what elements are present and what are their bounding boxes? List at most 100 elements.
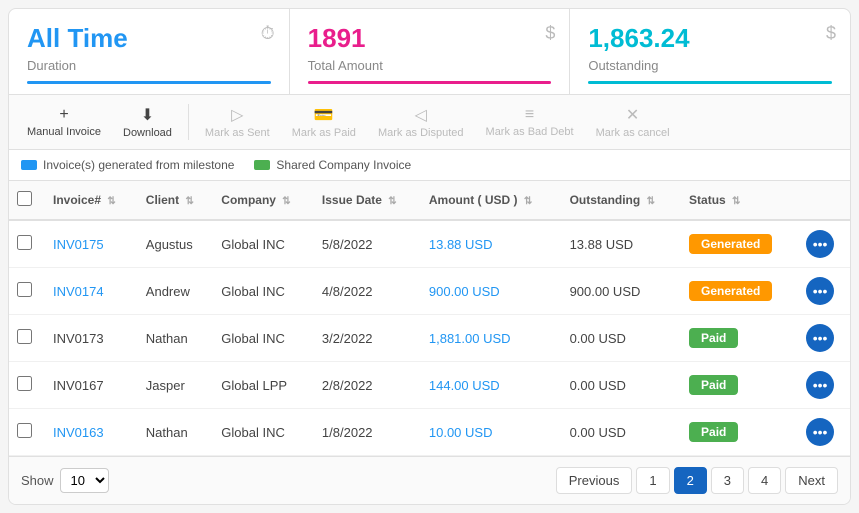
- status-inv0173: Paid: [681, 315, 798, 362]
- sort-invoice-icon[interactable]: ⇅: [107, 196, 115, 207]
- mark-disputed-button[interactable]: ◁ Mark as Disputed: [368, 101, 474, 143]
- sort-client-icon[interactable]: ⇅: [185, 196, 193, 207]
- all-time-value: All Time: [27, 23, 271, 54]
- checkbox-inv0173[interactable]: [17, 329, 32, 344]
- status-badge-inv0167: Paid: [689, 375, 738, 395]
- row-checkbox-inv0163: [9, 409, 45, 456]
- table-row: INV0174 Andrew Global INC 4/8/2022 900.0…: [9, 268, 850, 315]
- client-inv0174: Andrew: [138, 268, 213, 315]
- mark-paid-button[interactable]: 💳 Mark as Paid: [282, 101, 366, 143]
- mark-cancel-icon: ✕: [626, 105, 639, 125]
- invoice-link-inv0163[interactable]: INV0163: [53, 425, 104, 440]
- header-outstanding: Outstanding ⇅: [562, 181, 681, 220]
- legend-shared-label: Shared Company Invoice: [276, 158, 411, 172]
- toolbar-divider-1: [188, 104, 189, 140]
- outstanding-underline: [588, 81, 832, 84]
- sort-outstanding-icon[interactable]: ⇅: [647, 196, 655, 207]
- client-inv0167: Jasper: [138, 362, 213, 409]
- download-icon: ⬇: [141, 105, 154, 125]
- total-amount-value: 1891: [308, 23, 552, 54]
- manual-invoice-label: Manual Invoice: [27, 126, 101, 138]
- mark-cancel-label: Mark as cancel: [596, 127, 670, 139]
- all-time-underline: [27, 81, 271, 84]
- mark-disputed-icon: ◁: [415, 105, 427, 125]
- stat-outstanding: $ 1,863.24 Outstanding: [570, 9, 850, 94]
- pagination: Previous 1234 Next: [556, 467, 838, 494]
- outstanding-value: 1,863.24: [588, 23, 832, 54]
- mark-sent-icon: ▷: [231, 105, 243, 125]
- status-badge-inv0175: Generated: [689, 234, 772, 254]
- dollar-icon-2: $: [826, 23, 836, 44]
- all-time-subtitle: Duration: [27, 58, 271, 73]
- table-body: INV0175 Agustus Global INC 5/8/2022 13.8…: [9, 220, 850, 456]
- row-checkbox-inv0173: [9, 315, 45, 362]
- invoice-text-inv0173: INV0173: [53, 331, 104, 346]
- header-issue-date: Issue Date ⇅: [314, 181, 421, 220]
- invoice-number-inv0167: INV0167: [45, 362, 138, 409]
- mark-sent-label: Mark as Sent: [205, 127, 270, 139]
- page-button-1[interactable]: 1: [636, 467, 669, 494]
- mark-bad-debt-button[interactable]: ≡ Mark as Bad Debt: [476, 102, 584, 142]
- company-inv0173: Global INC: [213, 315, 314, 362]
- plus-icon: +: [59, 106, 68, 124]
- more-button-inv0167[interactable]: •••: [806, 371, 834, 399]
- amount-inv0175: 13.88 USD: [421, 220, 562, 268]
- outstanding-inv0173: 0.00 USD: [562, 315, 681, 362]
- sort-amount-icon[interactable]: ⇅: [524, 196, 532, 207]
- company-inv0174: Global INC: [213, 268, 314, 315]
- sort-status-icon[interactable]: ⇅: [732, 196, 740, 207]
- outstanding-inv0174: 900.00 USD: [562, 268, 681, 315]
- actions-inv0174: •••: [798, 268, 850, 315]
- legend-dot-green: [254, 160, 270, 170]
- table-header-row: Invoice# ⇅ Client ⇅ Company ⇅ Issue Date…: [9, 181, 850, 220]
- amount-inv0173: 1,881.00 USD: [421, 315, 562, 362]
- page-buttons: 1234: [636, 467, 781, 494]
- next-button[interactable]: Next: [785, 467, 838, 494]
- status-inv0174: Generated: [681, 268, 798, 315]
- checkbox-inv0174[interactable]: [17, 282, 32, 297]
- total-amount-subtitle: Total Amount: [308, 58, 552, 73]
- client-inv0163: Nathan: [138, 409, 213, 456]
- invoice-number-inv0163: INV0163: [45, 409, 138, 456]
- checkbox-inv0167[interactable]: [17, 376, 32, 391]
- checkbox-inv0163[interactable]: [17, 423, 32, 438]
- row-checkbox-inv0175: [9, 220, 45, 268]
- issue-date-inv0175: 5/8/2022: [314, 220, 421, 268]
- more-button-inv0174[interactable]: •••: [806, 277, 834, 305]
- previous-button[interactable]: Previous: [556, 467, 633, 494]
- checkbox-inv0175[interactable]: [17, 235, 32, 250]
- status-inv0167: Paid: [681, 362, 798, 409]
- row-checkbox-inv0174: [9, 268, 45, 315]
- legend-milestone: Invoice(s) generated from milestone: [21, 158, 234, 172]
- sort-date-icon[interactable]: ⇅: [388, 196, 396, 207]
- table-row: INV0173 Nathan Global INC 3/2/2022 1,881…: [9, 315, 850, 362]
- table-row: INV0167 Jasper Global LPP 2/8/2022 144.0…: [9, 362, 850, 409]
- issue-date-inv0173: 3/2/2022: [314, 315, 421, 362]
- page-button-3[interactable]: 3: [711, 467, 744, 494]
- table-row: INV0175 Agustus Global INC 5/8/2022 13.8…: [9, 220, 850, 268]
- more-button-inv0175[interactable]: •••: [806, 230, 834, 258]
- legend-dot-blue: [21, 160, 37, 170]
- download-button[interactable]: ⬇ Download: [113, 101, 182, 143]
- status-inv0163: Paid: [681, 409, 798, 456]
- mark-sent-button[interactable]: ▷ Mark as Sent: [195, 101, 280, 143]
- invoice-number-inv0174: INV0174: [45, 268, 138, 315]
- mark-cancel-button[interactable]: ✕ Mark as cancel: [586, 101, 680, 143]
- header-status: Status ⇅: [681, 181, 798, 220]
- issue-date-inv0167: 2/8/2022: [314, 362, 421, 409]
- invoice-link-inv0174[interactable]: INV0174: [53, 284, 104, 299]
- manual-invoice-button[interactable]: + Manual Invoice: [17, 102, 111, 142]
- main-container: ⏱ All Time Duration $ 1891 Total Amount …: [8, 8, 851, 505]
- select-all-checkbox[interactable]: [17, 191, 32, 206]
- more-button-inv0173[interactable]: •••: [806, 324, 834, 352]
- status-badge-inv0174: Generated: [689, 281, 772, 301]
- show-select[interactable]: 5102050: [60, 468, 109, 493]
- page-button-4[interactable]: 4: [748, 467, 781, 494]
- show-label: Show: [21, 473, 54, 488]
- page-button-2[interactable]: 2: [674, 467, 707, 494]
- actions-inv0173: •••: [798, 315, 850, 362]
- company-inv0163: Global INC: [213, 409, 314, 456]
- invoice-link-inv0175[interactable]: INV0175: [53, 237, 104, 252]
- sort-company-icon[interactable]: ⇅: [282, 196, 290, 207]
- more-button-inv0163[interactable]: •••: [806, 418, 834, 446]
